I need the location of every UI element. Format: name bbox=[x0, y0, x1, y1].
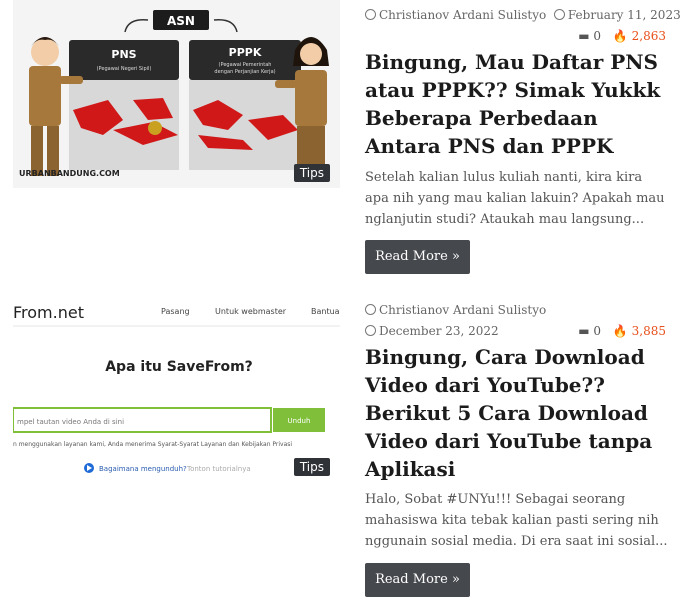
svg-text:(Pegawai Pemerintah: (Pegawai Pemerintah bbox=[219, 62, 272, 68]
svg-text:Untuk webmaster: Untuk webmaster bbox=[215, 307, 287, 316]
svg-text:dengan Perjanjian Kerja): dengan Perjanjian Kerja) bbox=[214, 69, 275, 75]
svg-text:Bantua: Bantua bbox=[311, 307, 340, 316]
category-badge[interactable]: Tips bbox=[293, 458, 330, 476]
svg-text:Bagaimana mengunduh?: Bagaimana mengunduh? bbox=[99, 465, 187, 473]
fire-icon: 🔥 bbox=[612, 29, 628, 43]
post-card: ASN PNS (Pegawai Negeri Sipil) PPPK (Peg… bbox=[0, 0, 686, 290]
comment-count[interactable]: 0 bbox=[593, 29, 601, 43]
svg-text:Apa itu SaveFrom?: Apa itu SaveFrom? bbox=[105, 359, 253, 375]
post-card: From.net Pasang Untuk webmaster Bantua A… bbox=[0, 295, 686, 605]
post-meta-author: Christianov Ardani Sulistyo bbox=[365, 303, 546, 317]
svg-text:n menggunakan layanan kami, An: n menggunakan layanan kami, Anda menerim… bbox=[13, 441, 292, 448]
author-name[interactable]: Christianov Ardani Sulistyo bbox=[379, 303, 546, 317]
comment-icon: ▬ bbox=[578, 324, 590, 338]
author-name[interactable]: Christianov Ardani Sulistyo bbox=[379, 8, 546, 22]
category-badge[interactable]: Tips bbox=[293, 164, 330, 182]
post-thumbnail[interactable]: From.net Pasang Untuk webmaster Bantua A… bbox=[13, 298, 340, 482]
svg-text:PPPK: PPPK bbox=[229, 46, 262, 59]
post-date: December 23, 2022 bbox=[379, 324, 499, 338]
watermark: URBANBANDUNG.COM bbox=[19, 169, 120, 178]
view-count: 2,863 bbox=[631, 29, 666, 43]
post-meta-date: December 23, 2022 bbox=[365, 324, 499, 338]
clock-icon bbox=[553, 9, 565, 20]
pns-pppk-illustration: ASN PNS (Pegawai Negeri Sipil) PPPK (Peg… bbox=[13, 0, 340, 188]
read-more-button[interactable]: Read More » bbox=[365, 240, 470, 274]
post-excerpt: Halo, Sobat #UNYu!!! Sebagai seorang mah… bbox=[365, 492, 668, 549]
asn-label: ASN bbox=[167, 14, 195, 28]
post-stats: ▬ 0 🔥 3,885 bbox=[578, 324, 666, 338]
clock-icon bbox=[365, 325, 376, 336]
post-date: February 11, 2023 bbox=[567, 8, 681, 22]
svg-text:Tonton tutorialnya: Tonton tutorialnya bbox=[186, 465, 251, 473]
post-excerpt: Setelah kalian lulus kuliah nanti, kira … bbox=[365, 170, 665, 227]
svg-text:Pasang: Pasang bbox=[161, 307, 190, 316]
svg-text:PNS: PNS bbox=[111, 48, 136, 61]
svg-text:mpel tautan video Anda di sini: mpel tautan video Anda di sini bbox=[17, 418, 124, 426]
fire-icon: 🔥 bbox=[612, 324, 628, 338]
post-title[interactable]: Bingung, Mau Daftar PNS atau PPPK?? Sima… bbox=[365, 48, 670, 160]
user-icon bbox=[365, 9, 376, 20]
read-more-button[interactable]: Read More » bbox=[365, 563, 470, 597]
svg-text:Unduh: Unduh bbox=[288, 417, 311, 425]
post-thumbnail[interactable]: ASN PNS (Pegawai Negeri Sipil) PPPK (Peg… bbox=[13, 0, 340, 188]
user-icon bbox=[365, 304, 376, 315]
post-stats: ▬ 0 🔥 2,863 bbox=[578, 29, 666, 43]
post-meta-author: Christianov Ardani Sulistyo February 11,… bbox=[365, 8, 681, 22]
comment-count[interactable]: 0 bbox=[593, 324, 601, 338]
savefrom-screenshot: From.net Pasang Untuk webmaster Bantua A… bbox=[13, 298, 340, 482]
comment-icon: ▬ bbox=[578, 29, 590, 43]
svg-text:(Pegawai Negeri Sipil): (Pegawai Negeri Sipil) bbox=[97, 66, 152, 72]
view-count: 3,885 bbox=[631, 324, 666, 338]
svg-text:From.net: From.net bbox=[13, 303, 84, 322]
post-title[interactable]: Bingung, Cara Download Video dari YouTub… bbox=[365, 343, 670, 483]
